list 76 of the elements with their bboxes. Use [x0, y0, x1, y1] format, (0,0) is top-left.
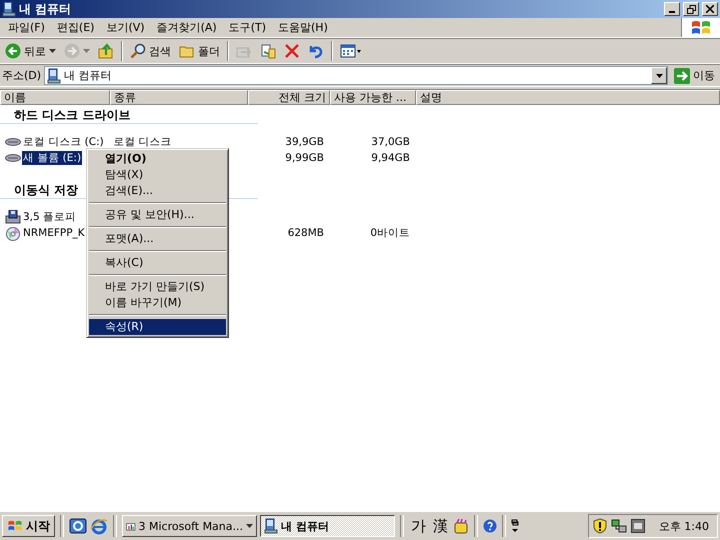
close-icon [706, 5, 714, 13]
cd-drive-icon [5, 225, 21, 241]
menu-item[interactable]: 파일(F) [2, 20, 51, 35]
restore-icon [686, 4, 696, 14]
menu-item[interactable]: 이름 바꾸기(M) [89, 295, 226, 311]
search-icon [130, 43, 146, 59]
drive-name[interactable]: 새 볼륨 (E:) [22, 151, 82, 165]
vm-icon[interactable] [630, 519, 645, 533]
window-title: 내 컴퓨터 [19, 0, 72, 18]
menu-item[interactable]: 탐색(X) [89, 167, 226, 183]
folder-up-icon [98, 43, 114, 59]
help-icon[interactable] [483, 519, 497, 533]
language-indicator[interactable]: 漢 [431, 516, 450, 536]
menu-item[interactable]: 공유 및 보안(H)... [89, 207, 226, 223]
copy-icon [260, 43, 276, 59]
menu-item[interactable]: 포맷(A)... [89, 231, 226, 247]
undo-icon [308, 43, 324, 59]
drive-name[interactable]: 로컬 디스크 (C:) [22, 135, 105, 149]
ime-pad-icon[interactable] [453, 518, 469, 534]
column-header[interactable]: 설명 [416, 90, 720, 105]
free-space: 9,94GB [371, 152, 410, 164]
total-size: 39,9GB [285, 136, 324, 148]
windows-logo-icon [7, 519, 23, 533]
column-header[interactable]: 종류 [110, 90, 248, 105]
views-icon [340, 43, 362, 59]
menu-item[interactable]: 복사(C) [89, 255, 226, 271]
computer-icon [264, 518, 278, 534]
restore-button[interactable] [683, 2, 699, 16]
column-header[interactable]: 사용 가능한 ... [330, 90, 416, 105]
delete-icon [284, 43, 300, 59]
folders-button[interactable]: 폴더 [176, 40, 223, 62]
close-button[interactable] [702, 2, 718, 16]
toolbar-options-icon[interactable] [511, 519, 519, 533]
menu-item[interactable]: 편집(E) [50, 20, 100, 35]
caret-icon [246, 524, 253, 528]
computer-icon [2, 1, 16, 17]
drive-icon [5, 153, 21, 163]
address-field[interactable]: 내 컴퓨터 [44, 66, 668, 85]
desktop-icon[interactable] [69, 517, 87, 535]
caret-icon [83, 49, 90, 53]
go-arrow-icon [674, 68, 690, 84]
shield-icon[interactable] [592, 518, 607, 534]
language-indicator[interactable]: 가 [409, 516, 428, 536]
start-button[interactable]: 시작 [2, 515, 55, 537]
back-button[interactable]: 뒤로 [2, 40, 59, 62]
menu-item[interactable]: 바로 가기 만들기(S) [89, 279, 226, 295]
caret-icon [656, 74, 662, 78]
taskbar-button[interactable]: 3 Microsoft Mana... [122, 515, 257, 537]
drive-name[interactable]: 3,5 플로피 [22, 210, 78, 224]
network-icon[interactable] [610, 518, 627, 534]
dropdown-button[interactable] [651, 67, 667, 84]
menu-item[interactable]: 속성(R) [89, 319, 226, 335]
menu-item[interactable]: 보기(V) [100, 20, 151, 35]
column-header[interactable]: 전체 크기 [248, 90, 330, 105]
menu-item[interactable]: 즐겨찾기(A) [150, 20, 223, 35]
total-size: 628MB [288, 227, 324, 239]
search-button[interactable]: 검색 [127, 40, 174, 62]
computer-icon [47, 68, 62, 84]
drive-name[interactable]: NRMEFPP_K [22, 227, 86, 239]
drive-type: 로컬 디스크 [112, 136, 172, 148]
floppy-drive-icon [5, 210, 21, 224]
address-label: 주소(D) [2, 68, 42, 83]
taskbar-button[interactable]: 내 컴퓨터 [260, 515, 395, 537]
go-button[interactable]: 이동 [671, 64, 718, 86]
caret-icon [49, 49, 56, 53]
free-space: 37,0GB [371, 136, 410, 148]
group-header: 하드 디스크 드라이브 [0, 105, 258, 124]
free-space: 0바이트 [370, 227, 410, 239]
menu-item[interactable]: 도움말(H) [272, 20, 334, 35]
total-size: 9,99GB [285, 152, 324, 164]
drive-icon [5, 137, 21, 147]
menu-item[interactable]: 도구(T) [222, 20, 272, 35]
menu-item[interactable]: 열기(O) [89, 151, 226, 167]
menu-item[interactable]: 검색(E)... [89, 183, 226, 199]
column-header[interactable]: 이름 [0, 90, 110, 105]
minimize-button[interactable] [664, 2, 680, 16]
